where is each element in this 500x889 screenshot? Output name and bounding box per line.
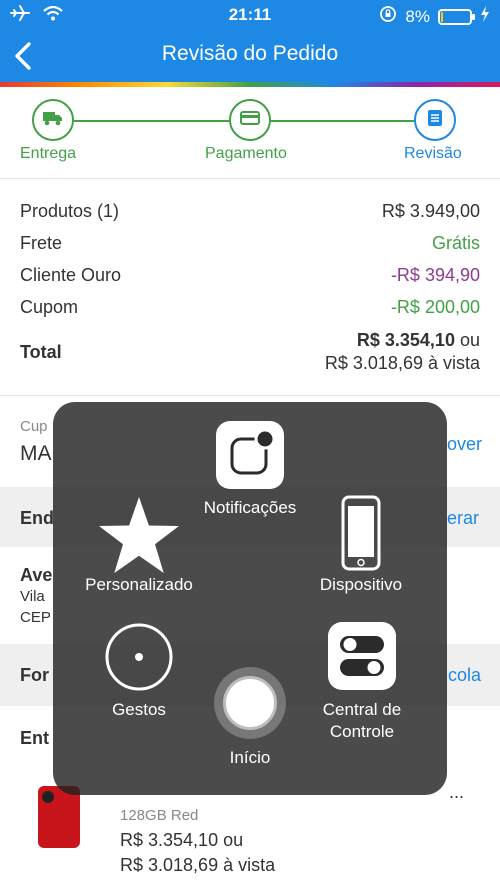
- summary-row-gold: Cliente Ouro -R$ 394,90: [20, 265, 480, 286]
- step-connector: [270, 120, 416, 122]
- home-label[interactable]: Início: [200, 748, 300, 768]
- charging-icon: [480, 6, 490, 27]
- battery-icon: [438, 8, 475, 25]
- address-line2: Vila: [20, 588, 45, 605]
- change-address-link[interactable]: erar: [447, 508, 479, 529]
- page-title: Revisão do Pedido: [161, 42, 339, 65]
- home-icon: [223, 676, 277, 730]
- summary-row-total: Total R$ 3.354,10 ou R$ 3.018,69 à vista: [20, 329, 480, 375]
- product-image: [38, 786, 80, 848]
- assistive-touch-menu: Notificações Personalizado Dispositivo G…: [53, 402, 447, 795]
- summary-row-products: Produtos (1) R$ 3.949,00: [20, 201, 480, 222]
- summary-label: Total: [20, 341, 62, 362]
- coupon-code: MA: [20, 442, 52, 465]
- summary-value: R$ 3.949,00: [381, 201, 480, 221]
- app-header: 21:11 8% Revisão do Pedido: [0, 0, 500, 82]
- control-center-icon[interactable]: [328, 622, 396, 690]
- coupon-label: Cup: [20, 418, 48, 435]
- product-variant: 128GB Red: [120, 807, 199, 824]
- device-icon[interactable]: [341, 495, 381, 576]
- summary-label: Cupom: [20, 297, 79, 317]
- summary-value: -R$ 394,90: [390, 265, 480, 285]
- product-price: R$ 3.354,10 ou: [120, 830, 244, 850]
- total-price: R$ 3.354,10: [356, 330, 455, 350]
- step-delivery[interactable]: [32, 99, 74, 141]
- change-payment-link[interactable]: cola: [448, 665, 481, 686]
- step-label-review: Revisão: [404, 145, 462, 162]
- step-review[interactable]: [414, 99, 456, 141]
- star-icon[interactable]: [97, 495, 181, 580]
- delivery-title: Ent: [20, 728, 49, 748]
- remove-coupon-link[interactable]: over: [447, 434, 482, 455]
- summary-label: Frete: [20, 233, 63, 253]
- orientation-lock-icon: [379, 5, 397, 28]
- document-icon: [427, 109, 443, 132]
- step-label-payment: Pagamento: [205, 145, 287, 162]
- notifications-icon[interactable]: [216, 421, 284, 489]
- gestures-label[interactable]: Gestos: [89, 700, 189, 720]
- summary-label: Cliente Ouro: [20, 265, 122, 285]
- step-payment[interactable]: [229, 99, 271, 141]
- custom-label[interactable]: Personalizado: [73, 575, 205, 595]
- gestures-icon[interactable]: [104, 622, 174, 697]
- address-line3: CEP: [20, 609, 51, 626]
- product-cash-price: R$ 3.018,69 à vista: [120, 855, 276, 875]
- checkout-stepper: Entrega Pagamento Revisão: [0, 87, 500, 179]
- order-summary: Produtos (1) R$ 3.949,00 Frete Grátis Cl…: [0, 180, 500, 395]
- status-bar: 21:11 8%: [0, 0, 500, 30]
- total-cash-price: R$ 3.018,69 à vista: [324, 353, 480, 373]
- step-connector: [74, 120, 232, 122]
- product-name-tail: ...: [449, 782, 465, 802]
- step-label-delivery: Entrega: [20, 145, 77, 162]
- summary-value: -R$ 200,00: [390, 297, 480, 317]
- notifications-label[interactable]: Notificações: [173, 498, 327, 518]
- address-line1: Ave: [20, 565, 53, 585]
- summary-value: Grátis: [431, 233, 480, 253]
- address-title: End: [20, 508, 54, 528]
- payment-title: For: [20, 665, 49, 685]
- credit-card-icon: [240, 110, 260, 131]
- total-value: R$ 3.354,10 ou R$ 3.018,69 à vista: [325, 329, 480, 375]
- summary-label: Produtos (1): [20, 201, 120, 221]
- device-label[interactable]: Dispositivo: [303, 575, 419, 595]
- control-center-label[interactable]: Central de Controle: [297, 699, 427, 743]
- truck-icon: [42, 110, 64, 131]
- battery-percent: 8%: [405, 6, 430, 26]
- home-button[interactable]: [214, 667, 286, 739]
- summary-row-coupon: Cupom -R$ 200,00: [20, 297, 480, 318]
- total-or: ou: [459, 330, 480, 350]
- summary-row-shipping: Frete Grátis: [20, 233, 480, 254]
